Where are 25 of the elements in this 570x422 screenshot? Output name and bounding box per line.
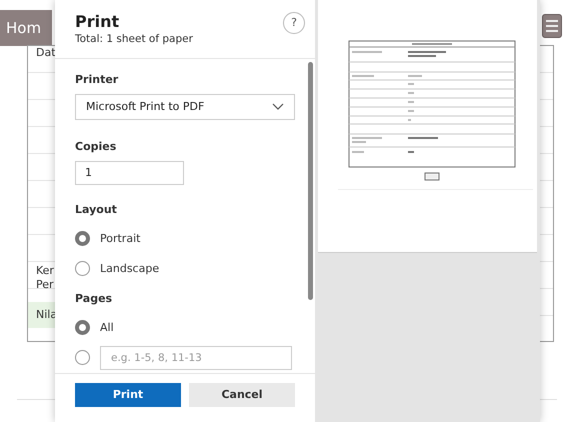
table-cell: Ker Per xyxy=(36,264,54,292)
scrollbar-thumb[interactable] xyxy=(308,62,313,300)
section-label: Layout xyxy=(75,202,118,216)
radio-button[interactable] xyxy=(75,261,90,276)
dialog-title: Print xyxy=(75,12,120,31)
section-label: Copies xyxy=(75,140,118,153)
radio-button[interactable] xyxy=(75,231,90,246)
home-button[interactable]: Hom xyxy=(0,10,52,46)
help-button[interactable]: ? xyxy=(283,12,305,34)
section-label: Pages xyxy=(75,292,114,305)
sheet-count: Total: 1 sheet of paper xyxy=(75,33,193,45)
chevron-down-icon xyxy=(272,103,284,110)
section-label: Printer xyxy=(75,72,120,86)
page-range-field[interactable]: e.g. 1-5, 8, 11-13 xyxy=(100,346,292,370)
print-button[interactable]: Print xyxy=(75,382,181,407)
cancel-button[interactable]: Cancel xyxy=(189,382,295,407)
menu-icon[interactable] xyxy=(542,14,562,38)
copies-field[interactable]: 1 xyxy=(75,160,184,185)
radio-button[interactable] xyxy=(75,320,90,336)
radio-label: Landscape xyxy=(100,262,160,276)
table-cell: Dat xyxy=(36,46,56,60)
radio-button[interactable] xyxy=(75,350,90,366)
radio-label: All xyxy=(100,321,114,334)
printer-dropdown[interactable]: Microsoft Print to PDF xyxy=(75,94,295,120)
radio-label: Portrait xyxy=(100,232,140,246)
